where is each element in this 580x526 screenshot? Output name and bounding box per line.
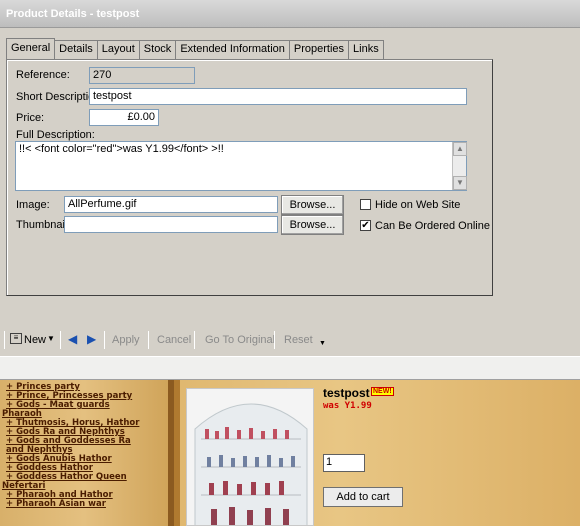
toolbar-separator — [194, 331, 195, 349]
perfume-bottles-picture — [194, 403, 308, 525]
was-price-text: was Y1.99 — [323, 401, 372, 411]
tab-details[interactable]: Details — [54, 40, 98, 59]
checkmark-icon: ✔ — [361, 220, 370, 231]
toolbar-separator — [148, 331, 149, 349]
menu-link[interactable]: + Pharaoh Asian war — [0, 500, 168, 509]
product-image[interactable] — [186, 388, 314, 526]
product-area: testpost NEW! was Y1.99 1 Add to cart — [180, 380, 580, 526]
thumbnail-label: Thumbnail: — [16, 219, 71, 231]
preview-category-menu: + Princes party + Prince, Princesses par… — [0, 380, 174, 526]
hide-on-website-checkbox[interactable] — [360, 199, 371, 210]
new-button[interactable]: New — [24, 334, 46, 346]
previous-arrow-icon[interactable]: ◀ — [68, 332, 77, 346]
toolbar: ≡ New ▼ ◀ ▶ Apply Cancel Go To Original … — [0, 325, 580, 355]
go-to-original-button[interactable]: Go To Original — [205, 334, 275, 346]
short-description-input[interactable]: testpost — [89, 88, 467, 105]
image-browse-button[interactable]: Browse... — [281, 195, 344, 215]
tab-stock[interactable]: Stock — [138, 40, 177, 59]
product-name: testpost — [323, 386, 370, 400]
reset-button[interactable]: Reset — [284, 334, 313, 346]
hide-on-website-label: Hide on Web Site — [375, 199, 461, 211]
panel-splitter[interactable] — [0, 356, 580, 380]
reference-label: Reference: — [16, 69, 70, 81]
web-preview-pane: + Princes party + Prince, Princesses par… — [0, 380, 580, 526]
thumbnail-input[interactable] — [64, 216, 278, 233]
add-to-cart-button[interactable]: Add to cart — [323, 487, 403, 507]
new-document-icon: ≡ — [10, 333, 22, 344]
tab-properties[interactable]: Properties — [288, 40, 350, 59]
toolbar-separator — [104, 331, 105, 349]
price-label: Price: — [16, 112, 45, 124]
tab-general[interactable]: General — [6, 38, 56, 59]
toolbar-separator — [274, 331, 275, 349]
tab-links[interactable]: Links — [348, 40, 384, 59]
window-titlebar: Product Details - testpost — [0, 0, 580, 28]
quantity-input[interactable]: 1 — [323, 454, 365, 472]
scroll-track[interactable] — [453, 156, 466, 176]
tab-layout[interactable]: Layout — [96, 40, 140, 59]
tab-extended-information[interactable]: Extended Information — [175, 40, 290, 59]
full-description-text: !!< <font color="red">was Y1.99</font> >… — [19, 143, 224, 155]
apply-button[interactable]: Apply — [112, 334, 140, 346]
can-be-ordered-online-checkbox[interactable]: ✔ — [360, 220, 371, 231]
new-badge: NEW! — [371, 387, 394, 396]
image-input[interactable]: AllPerfume.gif — [64, 196, 278, 213]
image-label: Image: — [16, 199, 50, 211]
toolbar-separator — [60, 331, 61, 349]
new-dropdown-chevron-down-icon[interactable]: ▼ — [47, 334, 55, 343]
scroll-down-icon[interactable]: ▼ — [453, 176, 467, 190]
cancel-button[interactable]: Cancel — [157, 334, 191, 346]
toolbar-separator — [4, 331, 5, 349]
can-be-ordered-online-label: Can Be Ordered Online — [375, 220, 490, 232]
thumbnail-browse-button[interactable]: Browse... — [281, 215, 344, 235]
full-description-scrollbar[interactable]: ▲ ▼ — [452, 142, 467, 190]
tab-strip: General Details Layout Stock Extended In… — [6, 38, 384, 60]
reference-field: 270 — [89, 67, 195, 84]
general-tab-panel: Reference: 270 Short Description: testpo… — [6, 59, 493, 296]
toolbar-overflow-chevron-down-icon[interactable]: ▼ — [319, 340, 326, 347]
full-description-label: Full Description: — [16, 129, 95, 141]
price-input[interactable]: £0.00 — [89, 109, 159, 126]
window-title: Product Details - testpost — [6, 8, 140, 20]
scroll-up-icon[interactable]: ▲ — [453, 142, 467, 156]
full-description-textarea[interactable]: !!< <font color="red">was Y1.99</font> >… — [15, 141, 467, 191]
next-arrow-icon[interactable]: ▶ — [87, 332, 96, 346]
